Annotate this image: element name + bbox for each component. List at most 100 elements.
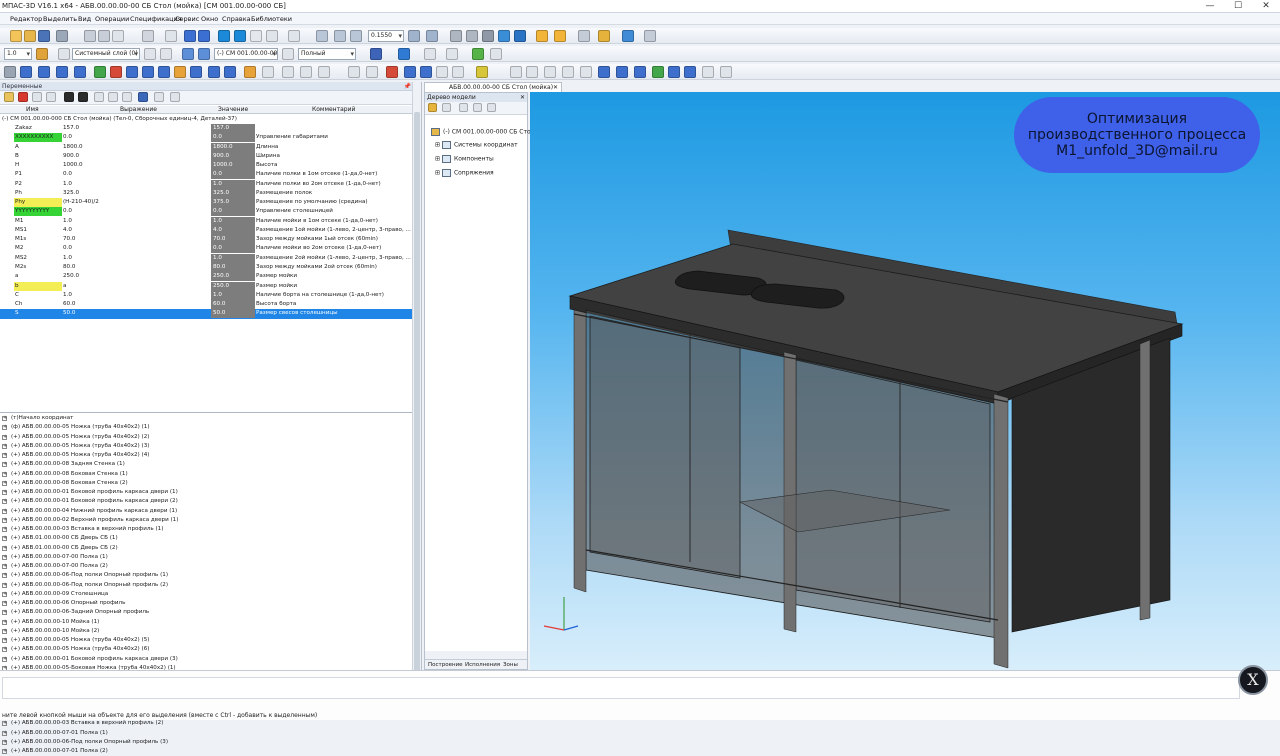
tolerance-icon[interactable]: [366, 66, 378, 78]
expand-plus-icon[interactable]: +: [2, 601, 7, 606]
expand-plus-icon[interactable]: +: [2, 434, 7, 440]
rotate-icon[interactable]: [408, 30, 420, 42]
expand-plus-icon[interactable]: +: [2, 656, 7, 662]
mirror-icon[interactable]: [208, 66, 220, 78]
variable-row[interactable]: M2s 80.0 80.0 Зазор между мойками 2ой отсек…: [0, 262, 412, 272]
hole-icon[interactable]: [190, 66, 202, 78]
expand-plus-icon[interactable]: +: [2, 610, 7, 616]
column-comment[interactable]: Комментарий: [312, 106, 355, 114]
report-icon[interactable]: [684, 66, 696, 78]
expand-plus-icon[interactable]: +: [2, 443, 7, 449]
expand-plus-icon[interactable]: +: [2, 508, 7, 514]
snap-icon[interactable]: [36, 48, 48, 60]
component-row[interactable]: + (+) АБВ.00.00.00-08 Боковая Стенка (1): [0, 470, 412, 479]
wireframe-icon[interactable]: [466, 30, 478, 42]
variables-icon[interactable]: [234, 30, 246, 42]
new-file-icon[interactable]: [10, 30, 22, 42]
save-icon[interactable]: [38, 30, 50, 42]
tree-filter-icon[interactable]: [459, 103, 468, 112]
axis-icon[interactable]: [282, 66, 294, 78]
variable-expression[interactable]: 60.0: [63, 300, 75, 309]
array-icon[interactable]: [244, 66, 256, 78]
expand-plus-icon[interactable]: +: [2, 416, 7, 421]
tree-pin-icon[interactable]: [487, 103, 496, 112]
shell-icon[interactable]: [158, 66, 170, 78]
ortho-icon[interactable]: [490, 48, 502, 60]
columns-icon[interactable]: [138, 92, 148, 102]
open-folder-icon[interactable]: [24, 30, 36, 42]
chamfer-icon[interactable]: [142, 66, 154, 78]
variable-expression[interactable]: 50.0: [63, 309, 75, 318]
component-row[interactable]: + (+) АБВ.01.00.00-00 СБ Дверь СБ (2): [0, 544, 412, 553]
menu-window[interactable]: Окно: [201, 15, 218, 23]
spec-icon[interactable]: [476, 66, 488, 78]
component-row[interactable]: + (+) АБВ.00.00.00-08 Задняя Стенка (1): [0, 460, 412, 469]
expand-plus-icon[interactable]: +: [2, 628, 7, 634]
rotate-component-icon[interactable]: [598, 66, 610, 78]
component-row[interactable]: + (ф) АБВ.00.00.00-05 Ножка (труба 40х40х…: [0, 423, 412, 432]
variables-scrollbar[interactable]: [412, 82, 421, 692]
document-select[interactable]: (-) СМ 001.00.00-000: [214, 48, 278, 60]
link-variable-icon[interactable]: [94, 92, 104, 102]
cut-revolve-icon[interactable]: [126, 66, 138, 78]
filter-icon[interactable]: [165, 30, 177, 42]
expand-plus-icon[interactable]: +: [2, 638, 7, 643]
table-icon[interactable]: [452, 66, 464, 78]
layer-copy-icon[interactable]: [160, 48, 172, 60]
menu-libraries[interactable]: Библиотеки: [251, 15, 292, 23]
expand-plus-icon[interactable]: +: [2, 425, 7, 431]
layer-select[interactable]: Системный слой (0): [72, 48, 140, 60]
menu-help[interactable]: Справка: [222, 15, 251, 23]
variable-row[interactable]: M1s 70.0 70.0 Зазор между мойками 1ый отсек…: [0, 235, 412, 245]
component-row[interactable]: + (+) АБВ.01.00.00-00 СБ Дверь СБ (1): [0, 534, 412, 543]
component-row[interactable]: + (+) АБВ.00.00.00-06 Опорный профиль: [0, 599, 412, 608]
model-tree-close-icon[interactable]: ✕: [520, 93, 525, 102]
variable-row[interactable]: Phy (H-210-40)/2 375.0 Размещение по умолча…: [0, 198, 412, 208]
component-row[interactable]: + (+) АБВ.00.00.00-07-00 Полка (1): [0, 553, 412, 562]
menu-select[interactable]: Выделить: [43, 15, 77, 23]
menu-operations[interactable]: Операции: [95, 15, 129, 23]
expand-plus-icon[interactable]: +: [2, 582, 7, 588]
variable-row[interactable]: a 250.0 250.0 Размер мойки: [0, 272, 412, 282]
move-down-icon[interactable]: [78, 92, 88, 102]
help-icon[interactable]: [170, 92, 180, 102]
variable-row[interactable]: S 50.0 50.0 Размер свесов столешницы: [0, 309, 412, 319]
variable-row[interactable]: A 1800.0 1800.0 Длинна: [0, 142, 412, 152]
variable-expression[interactable]: 1.0: [63, 291, 72, 300]
expand-plus-icon[interactable]: +: [2, 739, 7, 745]
expand-plus-icon[interactable]: +: [2, 536, 7, 542]
expand-plus-icon[interactable]: +: [2, 573, 7, 579]
function-insert-icon[interactable]: [32, 92, 42, 102]
home-view-icon[interactable]: [598, 30, 610, 42]
leader-icon[interactable]: [436, 66, 448, 78]
expand-plus-icon[interactable]: +: [2, 545, 7, 551]
variable-expression[interactable]: (H-210-40)/2: [63, 198, 99, 207]
print-icon[interactable]: [56, 30, 68, 42]
variable-expression[interactable]: 250.0: [63, 272, 79, 281]
component-row[interactable]: + (+) АБВ.00.00.00-07-01 Полка (2): [0, 747, 412, 756]
calculator-icon[interactable]: [644, 30, 656, 42]
variable-row[interactable]: B 900.0 900.0 Ширина: [0, 151, 412, 161]
object-snap-icon[interactable]: [472, 48, 484, 60]
tree-mode-icon[interactable]: [428, 103, 437, 112]
expand-plus-icon[interactable]: +: [2, 499, 7, 505]
expand-plus-icon[interactable]: +: [2, 517, 7, 523]
component-row[interactable]: + (+) АБВ.00.00.00-05 Ножка (труба 40х40х…: [0, 451, 412, 460]
component-row[interactable]: + (+) АБВ.00.00.00-06-Под полки Опорный п…: [0, 581, 412, 590]
paste-icon[interactable]: [112, 30, 124, 42]
pin-icon[interactable]: 📌: [404, 82, 411, 91]
fix-icon[interactable]: [562, 66, 574, 78]
standard-part-icon[interactable]: [526, 66, 538, 78]
variable-expression[interactable]: 325.0: [63, 189, 79, 198]
tab-embodiments[interactable]: Исполнения: [465, 660, 500, 670]
move-icon[interactable]: [4, 66, 16, 78]
pencil-icon[interactable]: [398, 48, 410, 60]
variable-row[interactable]: H 1000.0 1000.0 Высота: [0, 161, 412, 171]
variable-expression[interactable]: a: [63, 282, 66, 291]
shaded-edges-icon[interactable]: [514, 30, 526, 42]
expand-plus-icon[interactable]: +: [2, 453, 7, 458]
extrude-icon[interactable]: [20, 66, 32, 78]
variable-expression[interactable]: 1800.0: [63, 143, 83, 152]
variables-root-row[interactable]: (-) СМ 001.00.00-000 СБ Стол (мойка) (Те…: [0, 115, 412, 124]
minimize-button[interactable]: —: [1196, 0, 1224, 13]
